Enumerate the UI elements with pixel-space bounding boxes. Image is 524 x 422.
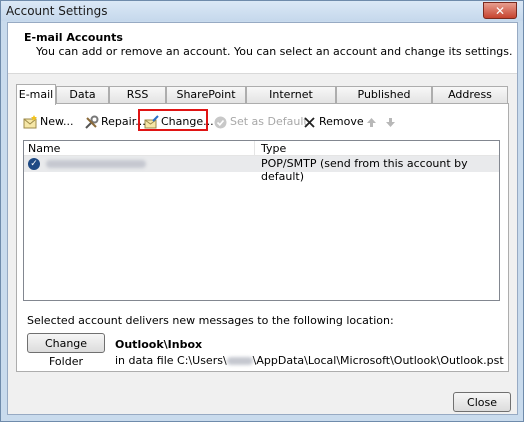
new-account-icon (23, 114, 38, 130)
set-default-icon (213, 115, 228, 130)
title-bar: Account Settings ✕ (1, 1, 523, 21)
delivery-folder: Outlook\Inbox (115, 338, 203, 351)
redacted-username (226, 357, 253, 365)
remove-button[interactable]: Remove (302, 113, 364, 131)
move-up-icon (364, 115, 379, 130)
tab-published-calendars[interactable]: Published Calendars (336, 86, 432, 117)
remove-icon (302, 115, 317, 130)
data-file-path: in data file C:\Users\ \AppData\Local\Mic… (115, 354, 504, 367)
move-down-button[interactable] (383, 113, 400, 131)
accounts-toolbar: New... Repair... Change... Set as Defaul… (23, 109, 503, 131)
email-tab-panel: New... Repair... Change... Set as Defaul… (16, 103, 509, 372)
move-down-icon (383, 115, 398, 130)
accounts-list-header: Name Type (24, 141, 499, 156)
default-account-check-icon: ✓ (28, 158, 40, 170)
header-subtitle: You can add or remove an account. You ca… (36, 45, 513, 58)
accounts-list[interactable]: Name Type ✓ POP/SMTP (send from this acc… (23, 140, 500, 301)
data-file-suffix: \AppData\Local\Microsoft\Outlook\Outlook… (252, 354, 504, 367)
header-title: E-mail Accounts (24, 31, 123, 44)
change-icon (144, 114, 159, 130)
set-default-label: Set as Default (230, 115, 308, 128)
data-file-prefix: in data file C:\Users\ (115, 354, 227, 367)
repair-button[interactable]: Repair... (84, 113, 146, 131)
window-close-button[interactable]: ✕ (483, 2, 517, 19)
change-account-button[interactable]: Change... (144, 113, 214, 131)
change-label: Change... (161, 115, 214, 128)
tab-rss-feeds[interactable]: RSS Feeds (109, 86, 166, 117)
tab-email[interactable]: E-mail (16, 84, 56, 105)
dialog-header: E-mail Accounts You can add or remove an… (8, 23, 517, 74)
tab-internet-calendars[interactable]: Internet Calendars (246, 86, 336, 117)
set-default-button[interactable]: Set as Default (213, 113, 308, 131)
repair-icon (84, 115, 99, 130)
new-account-label: New... (40, 115, 74, 128)
account-settings-window: Account Settings ✕ E-mail Accounts You c… (0, 0, 524, 422)
account-type: POP/SMTP (send from this account by defa… (261, 157, 468, 183)
dialog-client-area: E-mail Accounts You can add or remove an… (7, 22, 518, 415)
close-button[interactable]: Close (453, 392, 511, 412)
column-header-type[interactable]: Type (261, 142, 286, 155)
column-header-name[interactable]: Name (28, 142, 60, 155)
tab-sharepoint-lists[interactable]: SharePoint Lists (166, 86, 246, 117)
redacted-account-name (46, 160, 146, 168)
move-up-button[interactable] (364, 113, 381, 131)
tab-address-books[interactable]: Address Books (432, 86, 508, 117)
tab-data-files[interactable]: Data Files (56, 86, 109, 117)
window-title: Account Settings (6, 4, 108, 18)
new-account-button[interactable]: New... (23, 113, 73, 131)
account-row[interactable]: ✓ POP/SMTP (send from this account by de… (24, 156, 499, 183)
change-folder-button[interactable]: Change Folder (27, 333, 105, 368)
column-divider[interactable] (254, 141, 255, 155)
delivery-location-label: Selected account delivers new messages t… (27, 314, 394, 327)
remove-label: Remove (319, 115, 364, 128)
